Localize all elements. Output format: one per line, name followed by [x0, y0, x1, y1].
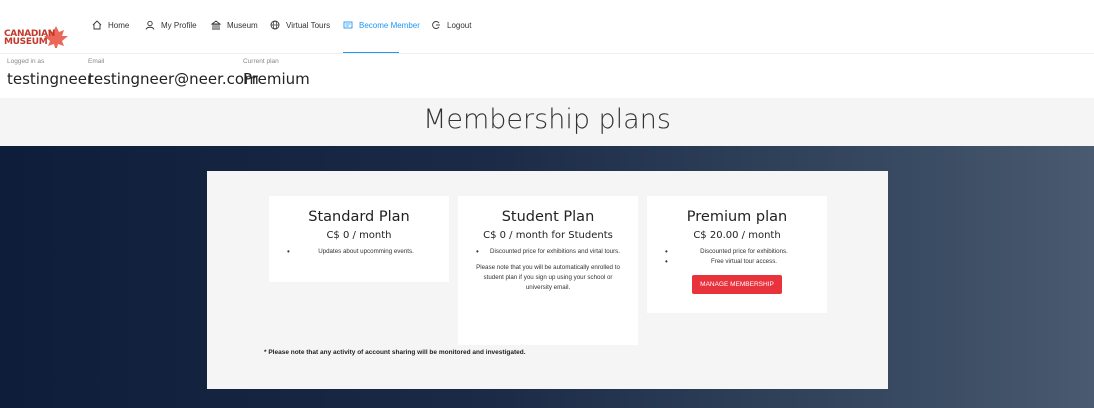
home-icon [92, 20, 102, 30]
plan-features: Discounted price for exhibitions and vir… [458, 247, 638, 257]
nav-become-member[interactable]: Become Member [343, 20, 420, 30]
nav-become-member-label: Become Member [359, 20, 420, 30]
hero-section: Standard Plan C$ 0 / month Updates about… [0, 146, 1094, 408]
plan-features: Updates about upcomming events. [269, 247, 449, 257]
plans-panel: Standard Plan C$ 0 / month Updates about… [207, 171, 888, 389]
plan-feature: Free virtual tour access. [647, 257, 827, 267]
manage-membership-button[interactable]: MANAGE MEMBERSHIP [692, 275, 782, 294]
plan-price: C$ 0 / month for Students [483, 230, 613, 241]
plan-name: Premium plan [686, 209, 788, 225]
nav-home[interactable]: Home [92, 20, 129, 30]
username-value: testingneer [7, 70, 94, 88]
nav-home-label: Home [108, 20, 130, 30]
plan-feature: Discounted price for exhibitions and vir… [458, 247, 638, 257]
plan-card-standard: Standard Plan C$ 0 / month Updates about… [269, 196, 449, 282]
logo-line-2: MUSEUM [4, 37, 48, 47]
account-sharing-footnote: * Please note that any activity of accou… [264, 349, 526, 356]
nav-museum[interactable]: Museum [211, 20, 258, 30]
current-plan-label: Current plan [243, 58, 279, 65]
logo-text[interactable]: CANADIAN MUSEUM [4, 30, 55, 47]
nav-virtual-tours-label: Virtual Tours [286, 20, 331, 30]
globe-icon [270, 20, 280, 30]
plan-feature: Updates about upcomming events. [269, 247, 449, 257]
plan-card-student: Student Plan C$ 0 / month for Students D… [458, 196, 638, 345]
active-tab-indicator [343, 52, 399, 53]
nav-my-profile[interactable]: My Profile [145, 20, 197, 30]
email-label: Email [88, 58, 105, 65]
plan-features: Discounted price for exhibitions. Free v… [647, 247, 827, 267]
plan-name: Standard Plan [308, 209, 410, 225]
nav-virtual-tours[interactable]: Virtual Tours [270, 20, 330, 30]
plan-card-premium: Premium plan C$ 20.00 / month Discounted… [647, 196, 827, 313]
student-plan-note: Please note that you will be automatical… [476, 264, 620, 291]
plan-name: Student Plan [501, 209, 595, 225]
user-info-bar: Logged in as testingneer Email testingne… [0, 54, 1094, 98]
current-plan-value: Premium [243, 70, 310, 88]
id-card-icon [343, 21, 353, 29]
logout-icon [432, 21, 440, 29]
logged-in-label: Logged in as [7, 58, 45, 65]
page-title: Membership plans [423, 104, 671, 135]
plan-price: C$ 0 / month [326, 230, 392, 241]
page-title-band: Membership plans [0, 98, 1094, 146]
museum-icon [211, 20, 221, 30]
plan-feature: Discounted price for exhibitions. [647, 247, 827, 257]
plan-price: C$ 20.00 / month [693, 230, 781, 241]
nav-logout-label: Logout [447, 20, 472, 30]
nav-my-profile-label: My Profile [161, 20, 197, 30]
user-icon [145, 20, 155, 30]
nav-logout[interactable]: Logout [431, 20, 471, 30]
top-navbar: CANADIAN MUSEUM Home My Profile Museum V… [0, 0, 1094, 54]
email-value: testingneer@neer.com [88, 70, 259, 88]
nav-museum-label: Museum [227, 20, 258, 30]
